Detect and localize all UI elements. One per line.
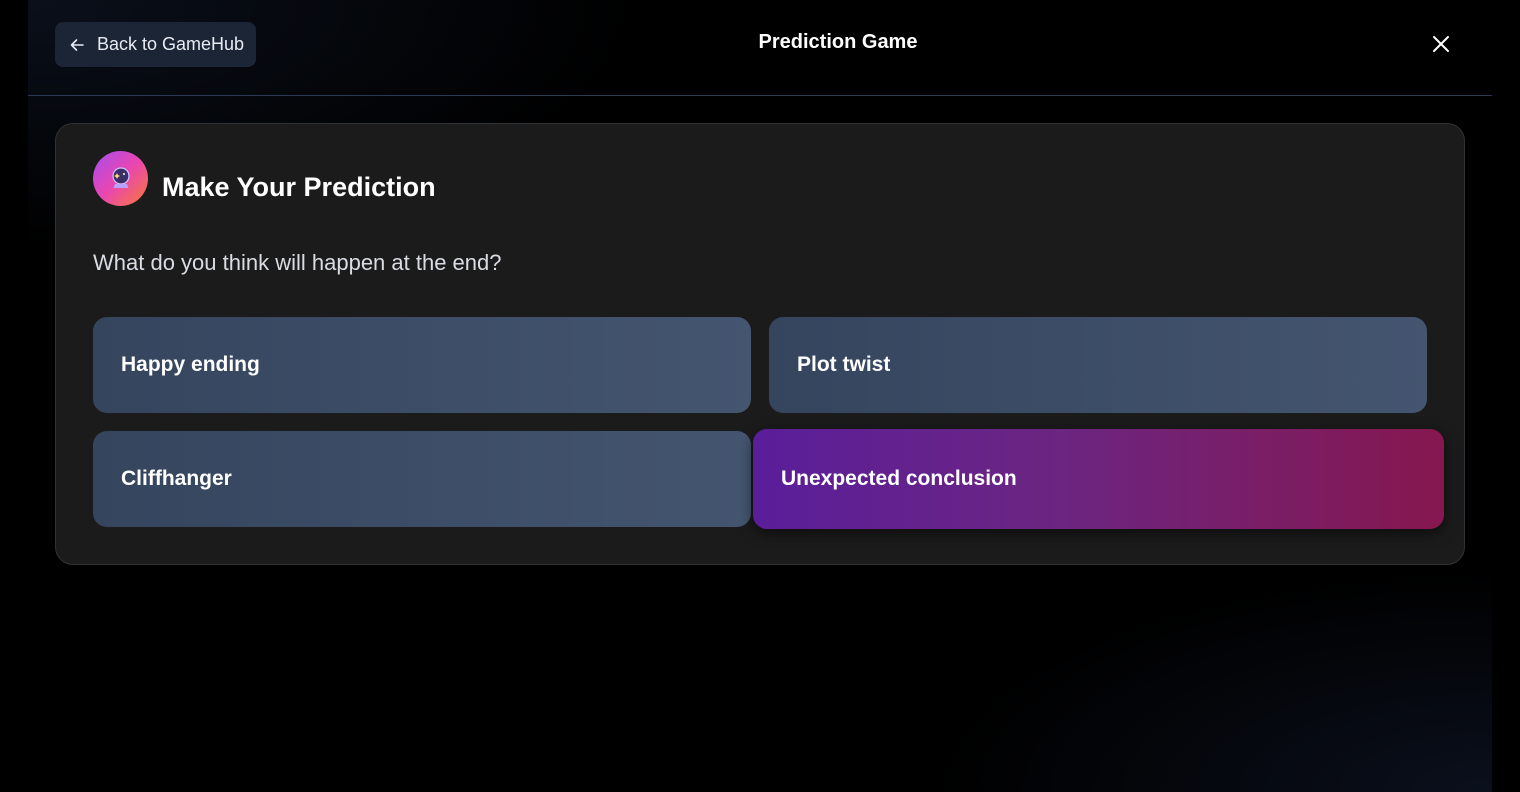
back-button-label: Back to GameHub: [97, 34, 245, 54]
app-frame: Back to GameHub Prediction Game Make You…: [28, 0, 1492, 792]
option-unexpected-conclusion[interactable]: Unexpected conclusion: [753, 429, 1444, 529]
option-happy-ending[interactable]: Happy ending: [93, 317, 751, 413]
option-cliffhanger[interactable]: Cliffhanger: [93, 431, 751, 527]
close-icon[interactable]: [1429, 32, 1453, 56]
option-label: Cliffhanger: [121, 467, 232, 490]
option-label: Unexpected conclusion: [781, 467, 1017, 490]
option-plot-twist[interactable]: Plot twist: [769, 317, 1427, 413]
header: Back to GameHub Prediction Game: [28, 0, 1492, 96]
page-title: Prediction Game: [758, 31, 918, 53]
prediction-question: What do you think will happen at the end…: [93, 250, 502, 275]
back-to-gamehub-button[interactable]: Back to GameHub: [55, 22, 256, 67]
card-title: Make Your Prediction: [162, 172, 436, 202]
prediction-card: Make Your Prediction What do you think w…: [55, 123, 1465, 565]
option-label: Happy ending: [121, 353, 260, 376]
arrow-left-icon: [70, 38, 84, 51]
crystal-ball-icon: [93, 151, 148, 206]
option-label: Plot twist: [797, 353, 891, 376]
